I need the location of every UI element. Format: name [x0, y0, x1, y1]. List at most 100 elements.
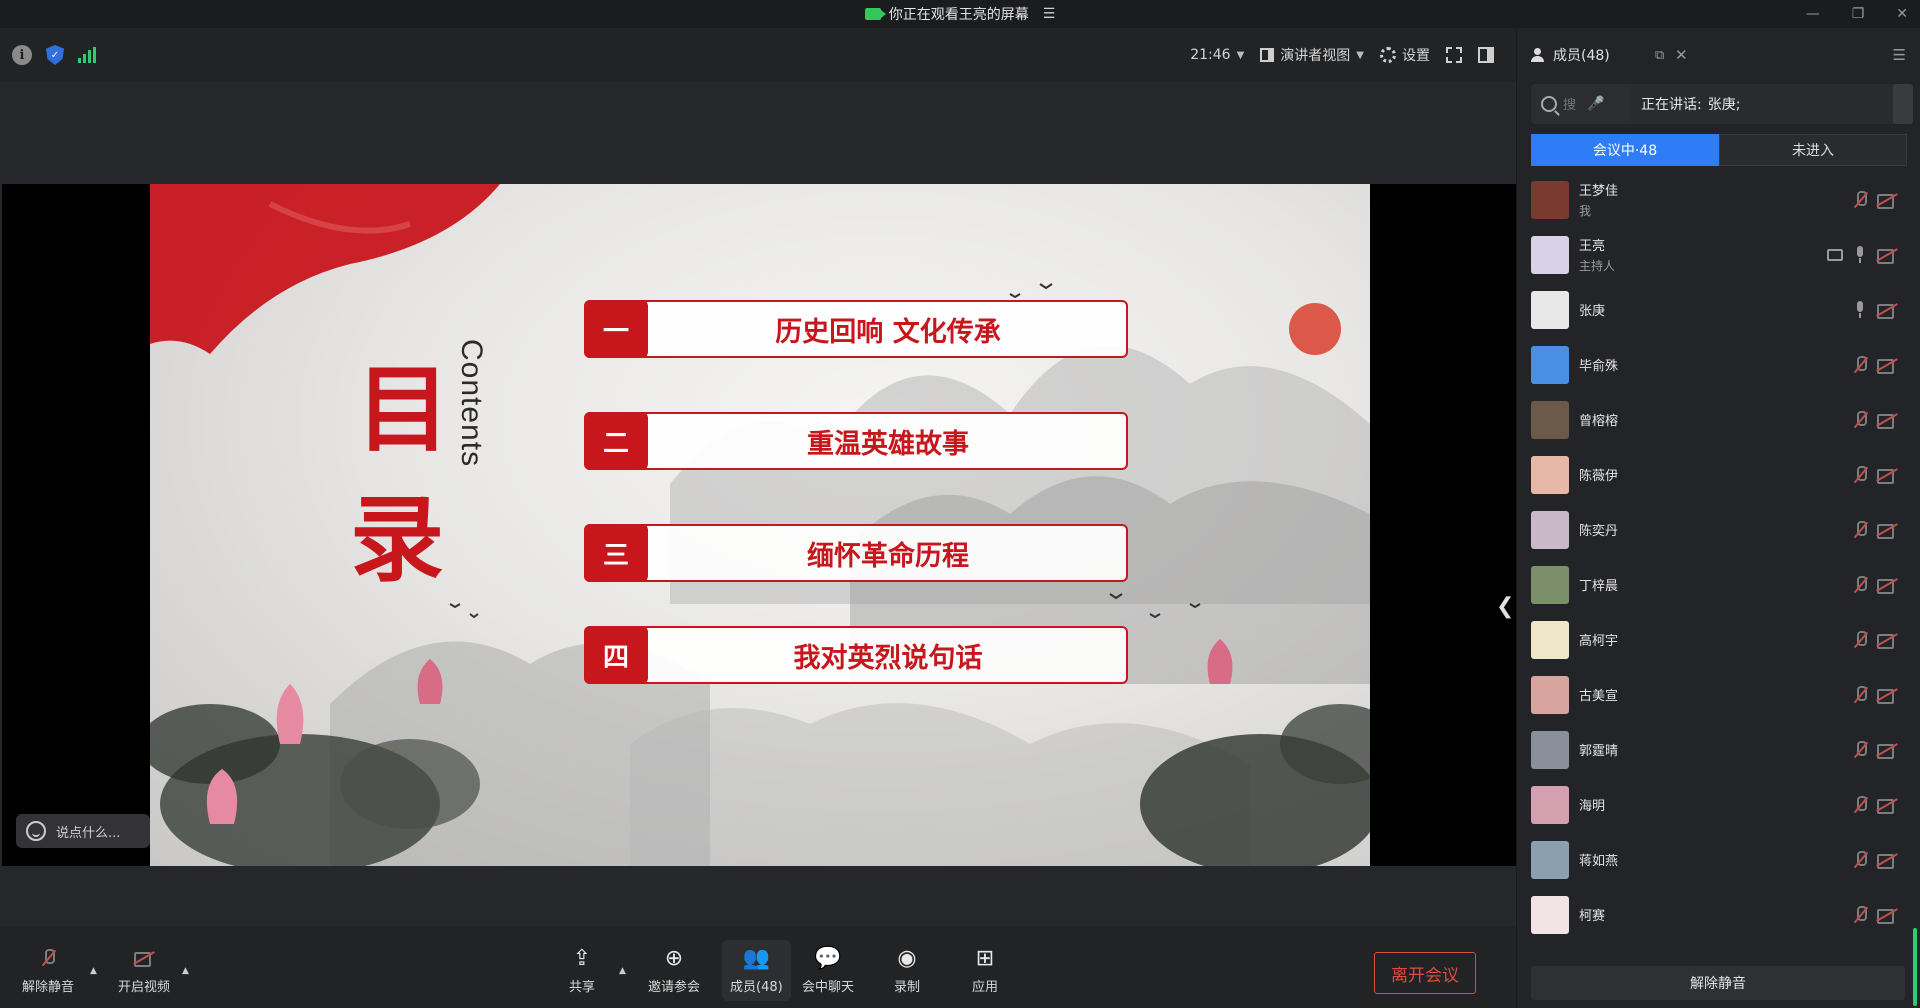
- apps-label: 应用: [971, 980, 998, 995]
- close-icon[interactable]: ✕: [1896, 6, 1908, 22]
- member-row[interactable]: 张庚: [1517, 282, 1920, 337]
- camera-off-icon: [130, 946, 158, 970]
- member-row[interactable]: 陈奕丹: [1517, 502, 1920, 557]
- mic-off-icon[interactable]: [1853, 905, 1867, 924]
- member-row[interactable]: 毕俞殊: [1517, 337, 1920, 392]
- share-options-caret-icon[interactable]: ▲: [619, 966, 626, 976]
- chevron-down-icon: ▼: [1356, 49, 1364, 61]
- member-row[interactable]: 陈薇伊: [1517, 447, 1920, 502]
- slide-contents-word: Contents: [455, 339, 488, 468]
- quick-chat-input[interactable]: 说点什么...: [16, 814, 150, 848]
- member-name: 郭霆晴: [1579, 744, 1619, 759]
- camera-off-icon[interactable]: [1877, 633, 1897, 649]
- side-panel-icon[interactable]: [1478, 47, 1494, 63]
- menu-icon[interactable]: ☰: [1893, 46, 1906, 64]
- camera-off-icon[interactable]: [1877, 303, 1897, 319]
- mic-icon[interactable]: [1853, 245, 1867, 264]
- avatar: [1531, 675, 1569, 714]
- view-mode-button[interactable]: 演讲者视图 ▼: [1260, 45, 1364, 65]
- member-row[interactable]: 郭霆晴: [1517, 722, 1920, 777]
- unmute-all-button[interactable]: 解除静音: [1531, 966, 1905, 1000]
- collapse-panel-chevron-icon[interactable]: ❮: [1496, 594, 1514, 619]
- mic-off-icon[interactable]: [1853, 575, 1867, 594]
- signal-icon[interactable]: [78, 47, 96, 63]
- member-names: 古美宣: [1579, 685, 1618, 704]
- shield-icon[interactable]: ✓: [46, 45, 64, 65]
- camera-off-icon[interactable]: [1877, 853, 1897, 869]
- camera-off-icon[interactable]: [1877, 908, 1897, 924]
- member-row[interactable]: 丁梓晨: [1517, 557, 1920, 612]
- camera-off-icon[interactable]: [1877, 193, 1897, 209]
- close-icon[interactable]: ✕: [1675, 46, 1688, 64]
- member-name: 张庚: [1579, 304, 1606, 319]
- member-names: 郭霆晴: [1579, 740, 1618, 759]
- mic-off-icon[interactable]: [1853, 685, 1867, 704]
- apps-button[interactable]: ⊞ 应用: [971, 946, 999, 996]
- mic-off-icon[interactable]: [1853, 355, 1867, 374]
- member-tabs: 会议中·48 未进入: [1531, 134, 1907, 166]
- member-row[interactable]: 高柯宇: [1517, 612, 1920, 667]
- member-names: 毕俞殊: [1579, 355, 1618, 374]
- fullscreen-icon[interactable]: [1446, 47, 1462, 63]
- mic-off-icon[interactable]: [1853, 740, 1867, 759]
- member-search[interactable]: 🎤 正在讲话: 张庚;: [1531, 84, 1901, 124]
- audio-options-caret-icon[interactable]: ▲: [90, 966, 97, 976]
- member-name: 毕俞殊: [1579, 359, 1619, 374]
- member-name: 陈薇伊: [1579, 469, 1619, 484]
- window-title-group[interactable]: 你正在观看王亮的屏幕 ☰: [864, 4, 1056, 24]
- member-row[interactable]: 蒋如燕: [1517, 832, 1920, 887]
- search-scrollbar[interactable]: [1893, 84, 1913, 124]
- mic-off-icon[interactable]: [1853, 630, 1867, 649]
- meeting-time[interactable]: 21:46 ▼: [1190, 47, 1244, 63]
- camera-off-icon[interactable]: [1877, 578, 1897, 594]
- member-row[interactable]: 王亮 主持人: [1517, 227, 1920, 282]
- camera-off-icon[interactable]: [1877, 358, 1897, 374]
- member-status-icons: [1853, 282, 1897, 337]
- mic-off-icon[interactable]: [1853, 190, 1867, 209]
- leave-meeting-button[interactable]: 离开会议: [1374, 952, 1476, 994]
- camera-off-icon[interactable]: [1877, 523, 1897, 539]
- start-video-button[interactable]: 开启视频: [118, 946, 170, 995]
- mic-off-icon: [34, 946, 62, 970]
- camera-off-icon[interactable]: [1877, 743, 1897, 759]
- camera-off-icon[interactable]: [1877, 798, 1897, 814]
- camera-off-icon[interactable]: [1877, 248, 1897, 264]
- member-row[interactable]: 柯赛: [1517, 887, 1920, 942]
- invite-button[interactable]: ⊕ 邀请参会: [648, 946, 700, 996]
- share-button[interactable]: ⇪ 共享: [568, 946, 596, 996]
- mic-off-icon[interactable]: [1853, 520, 1867, 539]
- member-list-scrollbar[interactable]: [1913, 928, 1917, 1006]
- mic-off-icon[interactable]: [1853, 850, 1867, 869]
- list-icon[interactable]: ☰: [1043, 6, 1056, 22]
- popout-icon[interactable]: ⧉: [1655, 48, 1664, 63]
- toc-item-1: 一 历史回响 文化传承: [584, 300, 1128, 358]
- mic-icon[interactable]: [1853, 300, 1867, 319]
- members-button[interactable]: 👥 成员(48): [722, 940, 791, 1001]
- member-names: 丁梓晨: [1579, 575, 1618, 594]
- mic-off-icon[interactable]: [1853, 795, 1867, 814]
- camera-off-icon[interactable]: [1877, 468, 1897, 484]
- member-row[interactable]: 古美宣: [1517, 667, 1920, 722]
- search-input[interactable]: [1563, 96, 1577, 112]
- record-button[interactable]: ◉ 录制: [893, 946, 921, 996]
- member-row[interactable]: 王梦佳我: [1517, 172, 1920, 227]
- settings-button[interactable]: 设置: [1380, 45, 1430, 65]
- emoji-icon[interactable]: [26, 821, 46, 841]
- restore-icon[interactable]: ❐: [1852, 6, 1865, 22]
- chat-button[interactable]: 💬 会中聊天: [802, 946, 854, 996]
- meeting-toolbar: i ✓ 21:46 ▼ 演讲者视图 ▼ 设置: [0, 28, 1516, 82]
- video-options-caret-icon[interactable]: ▲: [182, 966, 189, 976]
- member-row[interactable]: 海明: [1517, 777, 1920, 832]
- mic-off-icon[interactable]: [1853, 465, 1867, 484]
- member-row[interactable]: 曾榕榕: [1517, 392, 1920, 447]
- tab-not-joined[interactable]: 未进入: [1719, 134, 1907, 166]
- minimize-icon[interactable]: —: [1806, 6, 1820, 22]
- tab-in-meeting[interactable]: 会议中·48: [1531, 134, 1719, 166]
- member-names: 高柯宇: [1579, 630, 1618, 649]
- camera-off-icon[interactable]: [1877, 688, 1897, 704]
- member-name: 陈奕丹: [1579, 524, 1619, 539]
- camera-off-icon[interactable]: [1877, 413, 1897, 429]
- info-icon[interactable]: i: [12, 45, 32, 65]
- unmute-button[interactable]: 解除静音: [22, 946, 74, 995]
- mic-off-icon[interactable]: [1853, 410, 1867, 429]
